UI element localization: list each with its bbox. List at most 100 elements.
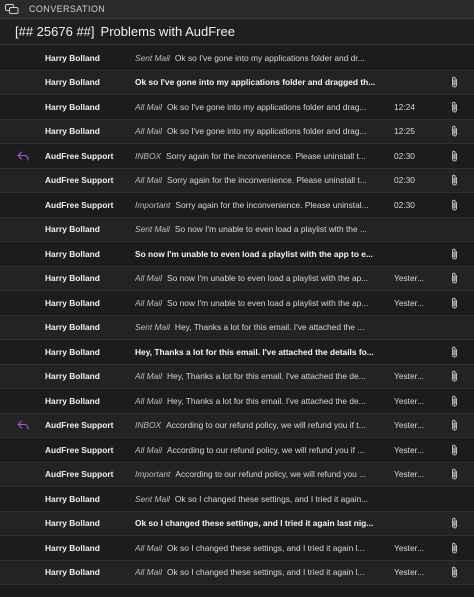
row-lead xyxy=(0,218,45,242)
row-lead xyxy=(0,291,45,315)
folder-label: All Mail xyxy=(135,444,162,455)
row-lead xyxy=(0,536,45,560)
message-preview: All Mail So now I'm unable to even load a… xyxy=(135,273,385,283)
message-snippet: Hey, Thanks a lot for this email. I've a… xyxy=(167,395,366,406)
row-lead xyxy=(0,463,45,487)
message-row[interactable]: Harry Bolland All Mail Hey, Thanks a lot f… xyxy=(0,389,474,414)
message-sender: Harry Bolland xyxy=(45,297,100,308)
message-snippet: Ok so I changed these settings, and I tr… xyxy=(167,567,365,578)
message-preview: Ok so I changed these settings, and I tr… xyxy=(135,518,385,528)
folder-label: All Mail xyxy=(135,395,162,406)
conversation-header: CONVERSATION xyxy=(0,0,474,19)
message-sender: Harry Bolland xyxy=(45,395,100,406)
attachment-icon xyxy=(435,199,474,211)
row-lead xyxy=(0,438,45,462)
folder-label: All Mail xyxy=(135,567,162,578)
message-sender: Harry Bolland xyxy=(45,493,100,504)
message-snippet: According to our refund policy, we will … xyxy=(167,444,365,455)
message-preview: Important Sorry again for the inconvenien… xyxy=(135,200,385,210)
message-preview: Sent Mail Ok so I changed these settings,… xyxy=(135,494,385,504)
folder-label: INBOX xyxy=(135,150,162,161)
section-label: CONVERSATION xyxy=(29,4,106,14)
message-preview: All Mail Ok so I've gone into my applicat… xyxy=(135,102,385,112)
message-preview: All Mail Ok so I've gone into my applicat… xyxy=(135,126,385,136)
folder-label: Sent Mail xyxy=(135,52,170,63)
message-row[interactable]: AudFree Support All Mail Sorry again for t… xyxy=(0,168,474,193)
message-row[interactable]: Harry Bolland All Mail Ok so I've gone int… xyxy=(0,119,474,144)
message-time: Yester... xyxy=(394,420,424,431)
message-sender: Harry Bolland xyxy=(45,542,100,553)
message-time: Yester... xyxy=(394,371,424,382)
message-snippet: Hey, Thanks a lot for this email. I've a… xyxy=(167,371,366,382)
attachment-icon xyxy=(435,370,474,382)
folder-label: All Mail xyxy=(135,273,162,284)
message-snippet: Hey, Thanks a lot for this email. I've a… xyxy=(174,322,365,333)
message-time: Yester... xyxy=(394,542,424,553)
message-sender: AudFree Support xyxy=(45,150,114,161)
message-snippet: Ok so I changed these settings, and I tr… xyxy=(167,542,365,553)
message-row[interactable]: Harry Bolland All Mail So now I'm unable t… xyxy=(0,266,474,291)
message-row[interactable]: Harry Bolland All Mail Hey, Thanks a lot f… xyxy=(0,364,474,389)
message-sender: Harry Bolland xyxy=(45,273,100,284)
message-sender: Harry Bolland xyxy=(45,126,100,137)
message-row[interactable]: Harry Bolland All Mail Ok so I changed the… xyxy=(0,560,474,585)
message-preview: Sent Mail Ok so I've gone into my applica… xyxy=(135,53,385,63)
message-row[interactable]: Harry Bolland Sent Mail Hey, Thanks a lot … xyxy=(0,315,474,340)
message-row[interactable]: Harry Bolland Sent Mail So now I'm unable … xyxy=(0,217,474,242)
message-snippet: Ok so I've gone into my applications fol… xyxy=(174,52,365,63)
message-snippet: Ok so I've gone into my applications fol… xyxy=(135,77,376,88)
row-lead xyxy=(0,316,45,340)
reply-icon xyxy=(0,414,45,438)
message-snippet: So now I'm unable to even load a playlis… xyxy=(135,248,373,259)
message-time: 12:25 xyxy=(394,126,415,137)
message-time: 02:30 xyxy=(394,175,415,186)
message-sender: AudFree Support xyxy=(45,420,114,431)
subject-title: Problems with AudFree xyxy=(100,24,235,39)
message-snippet: Sorry again for the inconvenience. Pleas… xyxy=(166,150,366,161)
message-row[interactable]: AudFree Support INBOX Sorry again for the … xyxy=(0,144,474,169)
message-snippet: Ok so I've gone into my applications fol… xyxy=(167,126,367,137)
row-lead xyxy=(0,120,45,144)
conversation-icon xyxy=(5,3,23,15)
message-row[interactable]: AudFree Support Important Sorry again for … xyxy=(0,193,474,218)
message-snippet: Ok so I've gone into my applications fol… xyxy=(167,101,367,112)
attachment-icon xyxy=(435,468,474,480)
message-row[interactable]: Harry Bolland Ok so I've gone into my app… xyxy=(0,70,474,95)
attachment-icon xyxy=(435,125,474,137)
message-preview: All Mail Sorry again for the inconvenienc… xyxy=(135,175,385,185)
row-lead xyxy=(0,267,45,291)
message-row[interactable]: Harry Bolland All Mail Ok so I've gone int… xyxy=(0,95,474,120)
message-row[interactable]: AudFree Support INBOX According to our ref… xyxy=(0,413,474,438)
attachment-icon xyxy=(435,395,474,407)
folder-label: All Mail xyxy=(135,175,162,186)
message-row[interactable]: Harry Bolland All Mail So now I'm unable t… xyxy=(0,291,474,316)
message-snippet: According to our refund policy, we will … xyxy=(166,420,366,431)
attachment-icon xyxy=(435,101,474,113)
message-row[interactable]: AudFree Support Important According to our… xyxy=(0,462,474,487)
message-row[interactable]: Harry Bolland Sent Mail Ok so I've gone in… xyxy=(0,46,474,71)
message-snippet: Hey, Thanks a lot for this email. I've a… xyxy=(135,346,374,357)
message-sender: AudFree Support xyxy=(45,444,114,455)
folder-label: All Mail xyxy=(135,297,162,308)
row-lead xyxy=(0,242,45,266)
message-snippet: So now I'm unable to even load a playlis… xyxy=(167,297,369,308)
message-row[interactable]: Harry Bolland All Mail Ok so I changed the… xyxy=(0,536,474,561)
message-preview: Important According to our refund policy,… xyxy=(135,469,385,479)
message-sender: Harry Bolland xyxy=(45,101,100,112)
message-row[interactable]: Harry Bolland Sent Mail Ok so I changed th… xyxy=(0,487,474,512)
attachment-icon xyxy=(435,566,474,578)
row-lead xyxy=(0,487,45,511)
message-snippet: Ok so I changed these settings, and I tr… xyxy=(174,493,369,504)
message-sender: Harry Bolland xyxy=(45,518,100,529)
message-row[interactable]: AudFree Support All Mail According to our … xyxy=(0,438,474,463)
message-row[interactable]: Harry Bolland Ok so I changed these setti… xyxy=(0,511,474,536)
message-row[interactable]: Harry Bolland So now I'm unable to even l… xyxy=(0,242,474,267)
conversation-subject: [## 25676 ##] Problems with AudFree xyxy=(0,19,474,45)
message-preview: Sent Mail So now I'm unable to even load … xyxy=(135,224,385,234)
row-lead xyxy=(0,340,45,364)
folder-label: All Mail xyxy=(135,101,162,112)
row-lead xyxy=(0,561,45,585)
message-row[interactable]: Harry Bolland Hey, Thanks a lot for this … xyxy=(0,340,474,365)
row-lead xyxy=(0,193,45,217)
row-lead xyxy=(0,365,45,389)
